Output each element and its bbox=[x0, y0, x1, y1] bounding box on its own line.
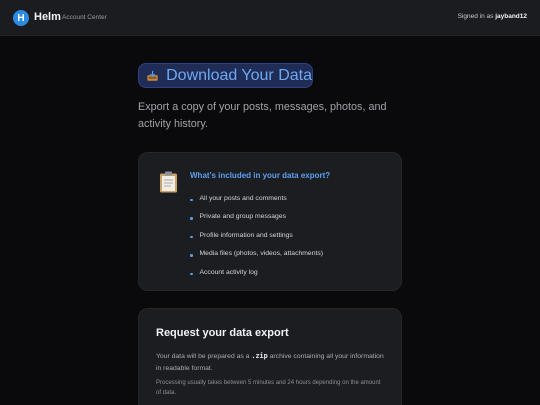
brand-subtitle: Account Center bbox=[62, 14, 107, 21]
bullet-icon bbox=[190, 272, 193, 275]
page-title-pill: Download Your Data bbox=[138, 63, 313, 88]
clipboard-icon bbox=[160, 171, 177, 193]
list-item-label: Account activity log bbox=[199, 268, 258, 276]
username[interactable]: jayband12 bbox=[495, 13, 527, 20]
bullet-icon bbox=[190, 235, 193, 238]
request-description: Your data will be prepared as a .zip arc… bbox=[156, 350, 386, 375]
list-item: Profile information and settings bbox=[190, 226, 323, 245]
logo-letter: H bbox=[17, 12, 25, 24]
list-item: Private and group messages bbox=[190, 208, 323, 227]
list-item: Account activity log bbox=[190, 263, 323, 282]
included-heading: What’s included in your data export? bbox=[190, 171, 331, 180]
list-item-label: Media files (photos, videos, attachments… bbox=[199, 250, 324, 258]
list-item-label: Profile information and settings bbox=[199, 231, 293, 239]
bullet-icon bbox=[190, 254, 193, 257]
helm-logo-icon[interactable]: H bbox=[13, 10, 29, 26]
list-item: All your posts and comments bbox=[190, 189, 323, 208]
processing-note: Processing usually takes between 5 minut… bbox=[156, 380, 381, 396]
page-title: Download Your Data bbox=[166, 66, 312, 84]
list-item-label: Private and group messages bbox=[199, 213, 287, 221]
included-list: All your posts and comments Private and … bbox=[190, 189, 323, 282]
zip-format-code: .zip bbox=[251, 352, 268, 360]
included-card: What’s included in your data export? All… bbox=[138, 152, 402, 291]
bullet-icon bbox=[190, 217, 193, 220]
request-card: Request your data export Your data will … bbox=[138, 308, 402, 405]
top-bar: H Helm Account Center Signed in as jayba… bbox=[0, 0, 540, 36]
page-subtitle: Export a copy of your posts, messages, p… bbox=[138, 101, 387, 130]
list-item-label: All your posts and comments bbox=[199, 194, 287, 202]
list-item: Media files (photos, videos, attachments… bbox=[190, 245, 323, 264]
signed-in-prefix: Signed in as bbox=[457, 13, 494, 20]
signed-in-indicator: Signed in as jayband12 bbox=[458, 13, 527, 20]
brand-name[interactable]: Helm bbox=[34, 11, 61, 23]
request-desc-before: Your data will be prepared as a bbox=[156, 353, 250, 360]
request-heading: Request your data export bbox=[156, 327, 289, 339]
bullet-icon bbox=[190, 198, 193, 201]
inbox-tray-icon bbox=[147, 70, 158, 81]
